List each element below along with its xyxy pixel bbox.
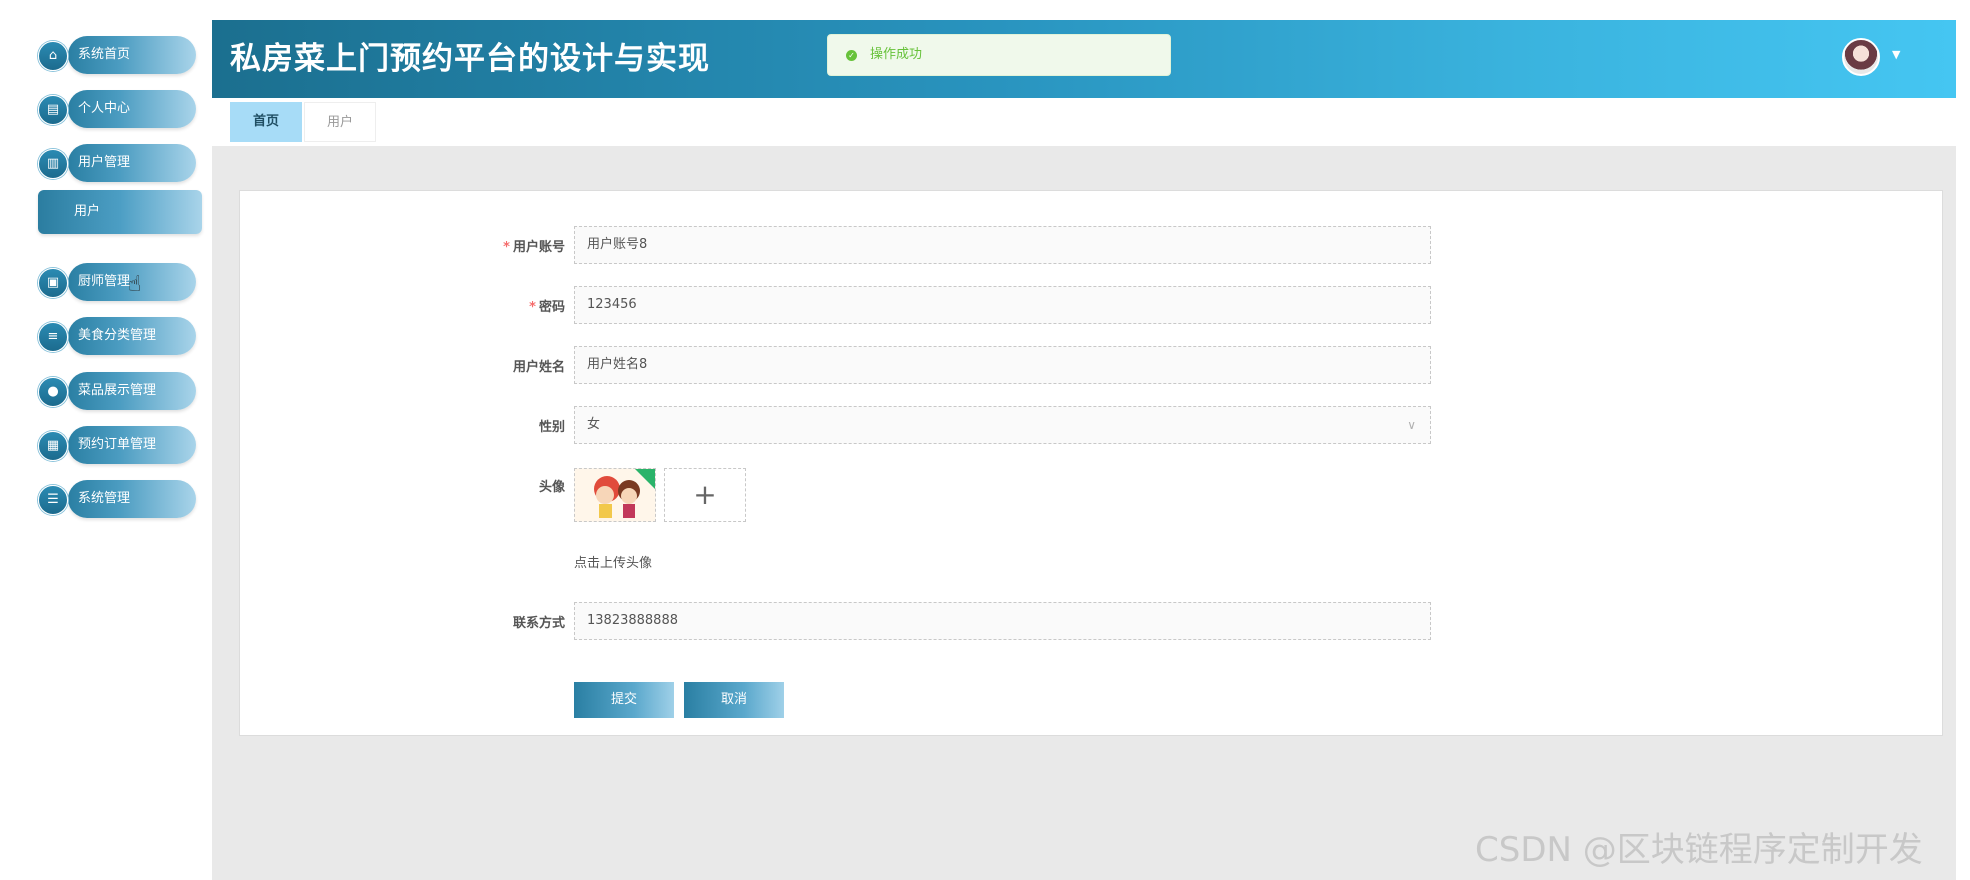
sidebar-item-reservation-orders[interactable]: ▦ 预约订单管理 <box>38 426 198 464</box>
password-label: * 密码 <box>529 300 565 315</box>
sidebar-item-user-management[interactable]: ▥ 用户管理 <box>38 144 198 182</box>
sidebar-item-label: 预约订单管理 <box>78 437 157 452</box>
sidebar: ⌂ 系统首页 ▤ 个人中心 ▥ 用户管理 用户 ▣ 厨师管理 ≡ 美食分类管理 … <box>0 0 210 880</box>
sidebar-subitem-label: 用户 <box>74 204 101 219</box>
sidebar-item-chef-management[interactable]: ▣ 厨师管理 <box>38 263 198 301</box>
sidebar-item-label: 用户管理 <box>78 155 131 170</box>
cartoon-avatar-image <box>575 469 655 521</box>
clipboard-icon: ▣ <box>38 268 68 298</box>
bulb-icon: ● <box>38 377 68 407</box>
home-icon: ⌂ <box>38 41 68 71</box>
success-toast: ✓ 操作成功 <box>827 34 1171 76</box>
gender-label: 性别 <box>538 420 565 435</box>
upload-avatar-button[interactable]: + <box>664 468 746 522</box>
avatar-label: 头像 <box>538 480 565 495</box>
tab-bar: 首页 用户 <box>212 98 1956 144</box>
sidebar-item-system-management[interactable]: ☰ 系统管理 <box>38 480 198 518</box>
phone-label: 联系方式 <box>512 616 565 631</box>
username-label: * 用户账号 <box>503 240 565 255</box>
upload-hint: 点击上传头像 <box>574 556 653 571</box>
sidebar-item-label: 厨师管理 <box>78 274 131 289</box>
tab-users[interactable]: 用户 <box>304 102 376 142</box>
cancel-button[interactable]: 取消 <box>684 682 784 718</box>
username-input[interactable]: 用户账号8 <box>574 226 1431 264</box>
watermark: CSDN @区块链程序定制开发 <box>1475 830 1923 870</box>
sidebar-item-label: 系统首页 <box>78 47 131 62</box>
required-mark: * <box>529 300 536 315</box>
sidebar-item-personal-center[interactable]: ▤ 个人中心 <box>38 90 198 128</box>
phone-input[interactable]: 13823888888 <box>574 602 1431 640</box>
submit-button[interactable]: 提交 <box>574 682 674 718</box>
top-header: 私房菜上门预约平台的设计与实现 ✓ 操作成功 ▼ <box>212 20 1956 98</box>
sidebar-item-dish-display[interactable]: ● 菜品展示管理 <box>38 372 198 410</box>
required-mark: * <box>503 240 510 255</box>
sidebar-item-home[interactable]: ⌂ 系统首页 <box>38 36 198 74</box>
sidebar-item-label: 菜品展示管理 <box>78 383 157 398</box>
chevron-down-icon: ∨ <box>1407 418 1416 432</box>
gender-select[interactable]: 女 ∨ <box>574 406 1431 444</box>
check-circle-icon: ✓ <box>846 50 857 61</box>
grid-icon: ▦ <box>38 431 68 461</box>
avatar-thumbnail[interactable] <box>574 468 656 522</box>
chevron-down-icon[interactable]: ▼ <box>1892 48 1900 61</box>
hand-cursor-icon: ☝ <box>128 272 142 297</box>
sliders-icon: ☰ <box>38 485 68 515</box>
sidebar-item-label: 系统管理 <box>78 491 131 506</box>
avatar[interactable] <box>1842 38 1880 76</box>
id-card-icon: ▤ <box>38 95 68 125</box>
toast-message: 操作成功 <box>870 47 923 62</box>
password-input[interactable]: 123456 <box>574 286 1431 324</box>
sidebar-item-food-category[interactable]: ≡ 美食分类管理 <box>38 317 198 355</box>
sidebar-subitem-users[interactable]: 用户 <box>38 190 202 234</box>
tab-home[interactable]: 首页 <box>230 102 302 142</box>
realname-label: 用户姓名 <box>512 360 565 375</box>
user-form-card <box>239 190 1943 736</box>
realname-input[interactable]: 用户姓名8 <box>574 346 1431 384</box>
page-title: 私房菜上门预约平台的设计与实现 <box>230 41 710 77</box>
gender-selected-value: 女 <box>587 417 601 432</box>
sidebar-item-label: 个人中心 <box>78 101 131 116</box>
list-icon: ≡ <box>38 322 68 352</box>
bar-chart-icon: ▥ <box>38 149 68 179</box>
sidebar-item-label: 美食分类管理 <box>78 328 157 343</box>
